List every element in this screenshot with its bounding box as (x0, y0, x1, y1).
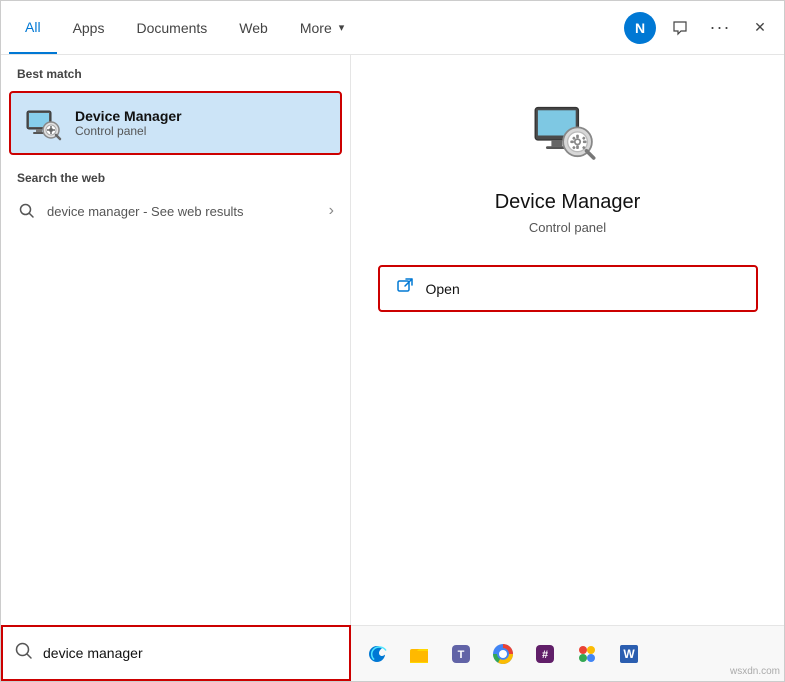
best-match-item[interactable]: Device Manager Control panel (9, 91, 342, 155)
chevron-down-icon: ▾ (339, 21, 345, 34)
tab-apps[interactable]: Apps (57, 1, 121, 54)
detail-title: Device Manager (495, 191, 641, 214)
search-input[interactable] (43, 645, 337, 661)
tab-web[interactable]: Web (223, 1, 284, 54)
chrome-icon[interactable] (485, 636, 521, 672)
search-bar-icon (15, 642, 33, 665)
open-icon (396, 277, 414, 300)
teams-icon[interactable]: T (443, 636, 479, 672)
file-explorer-icon[interactable] (401, 636, 437, 672)
tab-more[interactable]: More ▾ (284, 1, 360, 54)
open-label: Open (426, 281, 460, 297)
device-manager-icon-small (23, 103, 63, 143)
slack-icon[interactable]: # (527, 636, 563, 672)
web-section-label: Search the web (1, 159, 350, 191)
best-match-label: Best match (1, 55, 350, 87)
nav-tabs-right: N ··· ✕ (624, 12, 776, 44)
detail-subtitle: Control panel (529, 220, 606, 235)
search-icon (17, 201, 37, 221)
watermark: wsxdn.com (730, 666, 780, 677)
nav-tabs: All Apps Documents Web More ▾ N (1, 1, 784, 55)
edge-icon[interactable] (359, 636, 395, 672)
nav-tabs-left: All Apps Documents Web More ▾ (9, 1, 360, 54)
right-panel: Device Manager Control panel Open (351, 55, 784, 681)
avatar[interactable]: N (624, 12, 656, 44)
google-photos-icon[interactable] (569, 636, 605, 672)
close-icon[interactable]: ✕ (744, 12, 776, 44)
svg-text:T: T (458, 649, 465, 661)
main-content: Best match (1, 55, 784, 681)
search-bar (1, 625, 351, 681)
best-match-title: Device Manager (75, 108, 328, 124)
tab-all[interactable]: All (9, 1, 57, 54)
word-icon[interactable]: W (611, 636, 647, 672)
svg-text:W: W (623, 647, 635, 661)
open-button[interactable]: Open (378, 265, 758, 312)
web-search-text: device manager - See web results (47, 204, 244, 219)
feedback-icon[interactable] (664, 12, 696, 44)
chevron-right-icon: › (329, 202, 334, 220)
left-panel: Best match (1, 55, 351, 681)
svg-text:#: # (542, 649, 548, 661)
tab-documents[interactable]: Documents (120, 1, 223, 54)
search-window: All Apps Documents Web More ▾ N (0, 0, 785, 682)
best-match-text: Device Manager Control panel (75, 108, 328, 138)
device-manager-icon-large (528, 95, 608, 175)
more-options-icon[interactable]: ··· (704, 12, 736, 44)
best-match-subtitle: Control panel (75, 124, 328, 138)
taskbar-right: T # (351, 625, 784, 681)
web-search-item[interactable]: device manager - See web results › (1, 191, 350, 231)
